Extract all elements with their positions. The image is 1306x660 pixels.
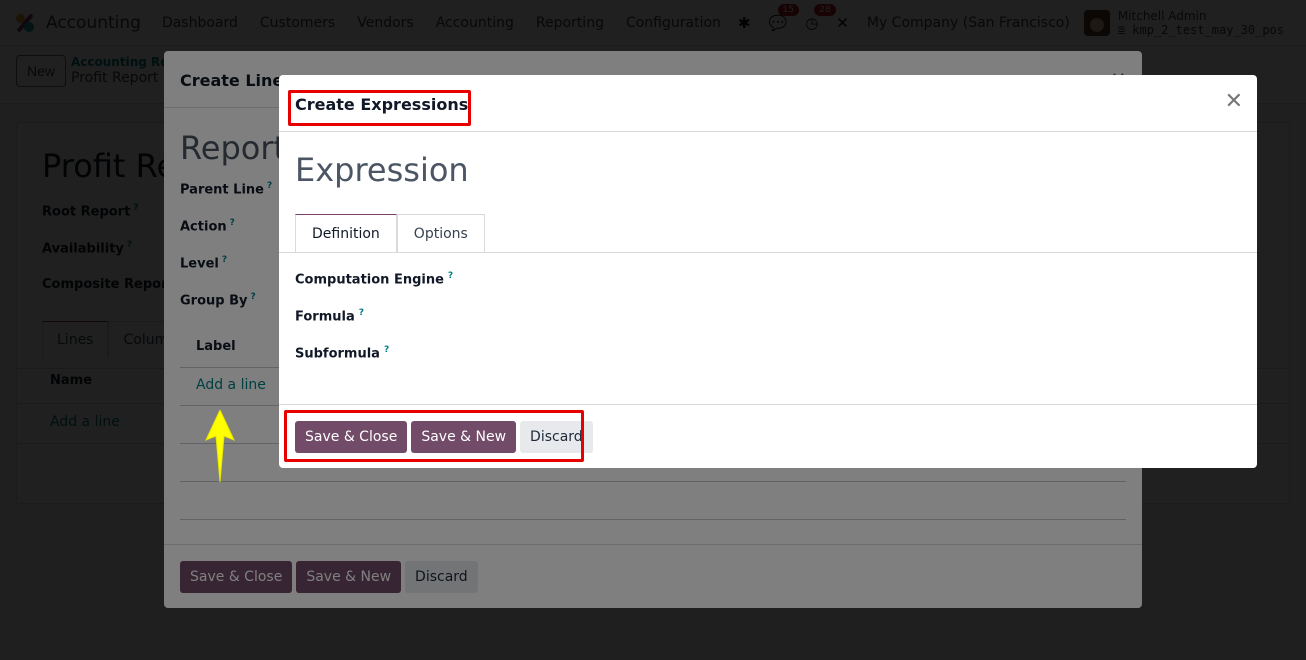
field-computation-engine: Computation Engine? (295, 271, 454, 288)
close-icon[interactable]: ✕ (1225, 91, 1243, 113)
help-icon[interactable]: ? (448, 271, 453, 281)
divider (279, 252, 1257, 253)
field-subformula: Subformula? (295, 345, 390, 362)
tab-options[interactable]: Options (396, 214, 485, 252)
highlight-box-buttons (284, 410, 584, 462)
expression-tabs: Definition Options (295, 214, 485, 252)
help-icon[interactable]: ? (359, 308, 364, 318)
tab-definition[interactable]: Definition (295, 214, 397, 252)
help-icon[interactable]: ? (384, 345, 389, 355)
annotation-arrow-icon (205, 410, 235, 483)
field-formula: Formula? (295, 308, 364, 325)
expression-heading: Expression (295, 151, 469, 189)
highlight-box-title (288, 90, 471, 126)
